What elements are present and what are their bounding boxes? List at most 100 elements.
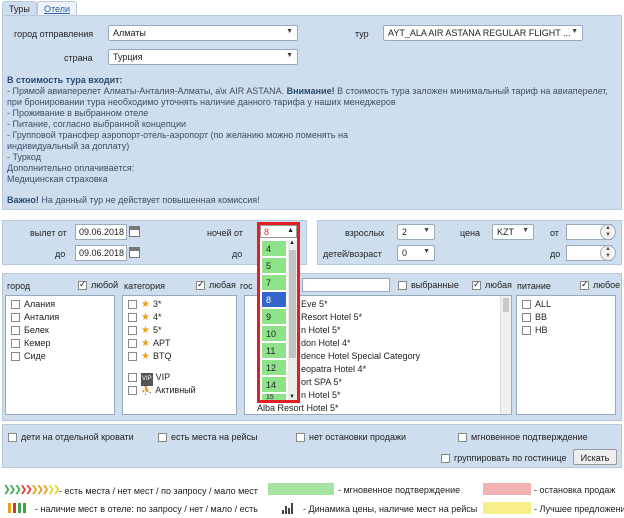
checkbox[interactable] — [458, 433, 467, 443]
city-any-checkbox[interactable]: любой — [78, 279, 118, 291]
nights-dropdown-scrollbar[interactable]: ▲ ▼ — [288, 240, 297, 400]
country-select[interactable]: Турция ▼ — [108, 49, 298, 65]
list-item[interactable]: ★ 5* — [123, 324, 236, 337]
tour-select[interactable]: AYT_ALA AIR ASTANA REGULAR FLIGHT ... ▼ — [383, 25, 583, 41]
departure-city-label: город отправления — [14, 29, 94, 39]
checkbox[interactable] — [580, 279, 589, 291]
list-item[interactable]: ★ 3* — [123, 298, 236, 311]
hotel-list-scrollbar[interactable] — [500, 296, 511, 414]
tab-hotels[interactable]: Отели — [37, 1, 78, 16]
price-to-stepper[interactable]: ▲ ▼ — [600, 245, 616, 261]
chevron-down-icon: ▼ — [423, 248, 430, 255]
list-item[interactable]: Анталия — [6, 311, 114, 324]
checkbox[interactable] — [8, 433, 17, 443]
adults-select[interactable]: 2 ▼ — [397, 224, 435, 240]
nights-option[interactable]: 10 — [262, 326, 286, 341]
legend-stop: - остановка продаж — [534, 485, 616, 495]
departure-city-select[interactable]: Алматы ▼ — [108, 25, 298, 41]
currency-value: KZT — [497, 227, 514, 237]
nights-option[interactable]: 15 — [262, 394, 286, 400]
nights-option[interactable]: 9 — [262, 309, 286, 324]
active-icon: ⛹ — [141, 385, 153, 395]
city-list[interactable]: Алания Анталия Белек Кемер Сиде — [5, 295, 115, 415]
child-bed-checkbox[interactable]: дети на отдельной кровати — [8, 432, 134, 443]
meal-list[interactable]: ALL BB HB — [516, 295, 616, 415]
chevron-down-icon: ▼ — [289, 394, 295, 400]
instant-checkbox[interactable]: мгновенное подтверждение — [458, 432, 588, 443]
group-checkbox[interactable]: группировать по гостинице — [441, 453, 566, 464]
checkbox[interactable] — [441, 454, 450, 464]
city-label: город — [7, 281, 31, 291]
tour-label: тур — [355, 29, 369, 39]
chevron-down-icon: ▼ — [286, 28, 293, 35]
hotel-availability-icon — [8, 503, 38, 513]
checkbox[interactable] — [158, 433, 167, 443]
list-item[interactable]: ALL — [517, 298, 615, 311]
no-stop-checkbox[interactable]: нет остановки продажи — [296, 432, 406, 443]
nights-dropdown[interactable]: 8 ▲ 4 5 7 8 9 10 11 12 14 15 ▲ ▼ — [257, 222, 300, 403]
list-item[interactable]: ★ 4* — [123, 311, 236, 324]
chevron-down-icon: ▼ — [522, 227, 529, 234]
list-item[interactable]: HB — [517, 324, 615, 337]
info-important: Важно! — [7, 195, 39, 205]
legend-red-swatch — [483, 483, 531, 495]
nights-option[interactable]: 12 — [262, 360, 286, 375]
info-line9: Медицинская страховка — [7, 174, 108, 184]
legend-hotel-avail: - наличие мест в отеле: по запросу / нет… — [35, 504, 258, 514]
nights-option[interactable]: 5 — [262, 258, 286, 273]
chevron-down-icon: ▼ — [286, 52, 293, 59]
hotel-search-input[interactable] — [302, 278, 390, 292]
nights-to-label: до — [232, 249, 243, 259]
selected-checkbox[interactable]: выбранные — [398, 280, 459, 291]
info-line8: Дополнительно оплачивается: — [7, 163, 135, 173]
calendar-icon[interactable] — [129, 247, 140, 258]
list-item[interactable]: ★ APT — [123, 337, 236, 350]
nights-option[interactable]: 7 — [262, 275, 286, 290]
checkbox[interactable] — [296, 433, 305, 443]
list-item[interactable]: Сиде — [6, 350, 114, 363]
list-item[interactable]: Alba Resort Hotel 5* — [245, 402, 511, 414]
search-button[interactable]: Искать — [573, 449, 617, 465]
adults-value: 2 — [402, 227, 408, 237]
tab-tours[interactable]: Туры — [2, 1, 37, 16]
legend-instant: - мгновенное подтверждение — [338, 485, 461, 495]
list-item[interactable]: BB — [517, 311, 615, 324]
nights-option-highlighted[interactable]: 8 — [262, 292, 286, 307]
departure-city-value: Алматы — [113, 28, 146, 38]
tour-info: В стоимость тура входит: - Прямой авиапе… — [7, 75, 617, 206]
chevron-down-icon: ▼ — [571, 28, 578, 35]
nights-option[interactable]: 14 — [262, 377, 286, 392]
meal-any-checkbox[interactable]: любое — [580, 279, 620, 291]
hotel-any-checkbox[interactable]: любая — [472, 279, 512, 291]
seats-checkbox[interactable]: есть места на рейсы — [158, 432, 258, 443]
departure-from-input[interactable]: 09.06.2018 — [75, 224, 127, 240]
nights-selected-value: 8 — [264, 227, 270, 237]
checkbox[interactable] — [472, 279, 481, 291]
star-icon: ★ — [141, 325, 150, 336]
category-list[interactable]: ★ 3* ★ 4* ★ 5* ★ APT ★ BTQ VIP VIP ⛹ Активный — [122, 295, 237, 415]
calendar-icon[interactable] — [129, 226, 140, 237]
list-item[interactable]: Белек — [6, 324, 114, 337]
legend-green-swatch — [268, 483, 334, 495]
currency-select[interactable]: KZT ▼ — [492, 224, 534, 240]
list-item[interactable]: Кемер — [6, 337, 114, 350]
category-any-checkbox[interactable]: любая — [196, 279, 236, 291]
checkbox[interactable] — [398, 281, 407, 291]
departure-to-input[interactable]: 09.06.2018 — [75, 245, 127, 261]
nights-option[interactable]: 11 — [262, 343, 286, 358]
legend-yellow-swatch — [483, 502, 531, 514]
list-item[interactable]: ⛹ Активный — [123, 384, 236, 397]
children-select[interactable]: 0 ▼ — [397, 245, 435, 261]
price-from-stepper[interactable]: ▲ ▼ — [600, 224, 616, 240]
list-item[interactable]: Алания — [6, 298, 114, 311]
nights-selected-field[interactable]: 8 ▲ — [260, 225, 297, 238]
checkbox[interactable] — [196, 279, 205, 291]
nights-option[interactable]: 4 — [262, 241, 286, 256]
list-item[interactable]: ★ BTQ — [123, 350, 236, 363]
info-line1-rest: В стоимость тура заложен минимальный тар… — [334, 86, 608, 96]
list-item[interactable]: VIP VIP — [123, 371, 236, 386]
star-icon: ★ — [141, 351, 150, 362]
hotel-label: гос — [240, 281, 253, 291]
checkbox[interactable] — [78, 279, 87, 291]
category-label: категория — [124, 281, 165, 291]
